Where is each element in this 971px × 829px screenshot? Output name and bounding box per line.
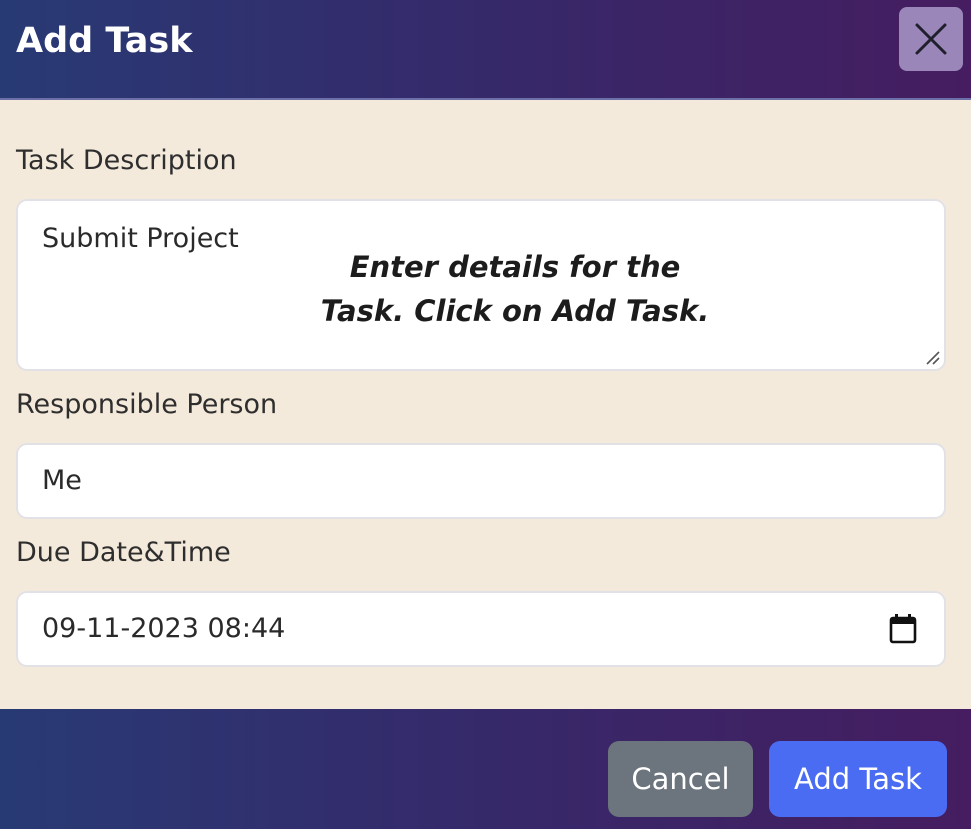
responsible-person-value: Me [42, 465, 82, 496]
instruction-hint: Enter details for the Task. Click on Add… [150, 245, 880, 333]
responsible-person-label: Responsible Person [16, 389, 278, 420]
due-datetime-value: 09-11-2023 08:44 [42, 613, 286, 644]
instruction-hint-line1: Enter details for the [349, 250, 681, 284]
resize-handle-icon[interactable] [926, 351, 940, 365]
calendar-icon[interactable] [889, 614, 917, 644]
modal-header: Add Task [0, 0, 971, 100]
modal-title: Add Task [16, 21, 193, 61]
close-button[interactable] [899, 7, 963, 71]
due-datetime-input[interactable]: 09-11-2023 08:44 [16, 591, 946, 667]
task-description-label: Task Description [16, 145, 237, 176]
add-task-modal: Add Task Task Description Submit Project… [0, 0, 971, 829]
close-icon [915, 23, 947, 55]
add-task-button[interactable]: Add Task [769, 741, 947, 817]
due-datetime-label: Due Date&Time [16, 537, 231, 568]
instruction-hint-line2: Task. Click on Add Task. [320, 294, 710, 328]
cancel-button[interactable]: Cancel [608, 741, 753, 817]
responsible-person-input[interactable]: Me [16, 443, 946, 519]
